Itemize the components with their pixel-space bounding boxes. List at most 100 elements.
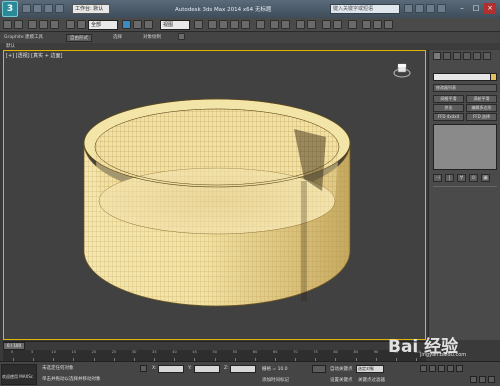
mirror-icon[interactable] (270, 20, 279, 29)
search-icon[interactable] (404, 4, 413, 13)
modifier-button[interactable]: 涡轮平滑 (466, 95, 497, 103)
lock-selection-icon[interactable] (140, 365, 147, 372)
selected-select[interactable]: 选定对象 (356, 365, 384, 373)
create-tab-icon[interactable] (433, 52, 441, 60)
auto-key-button[interactable]: 自动关键点 (330, 366, 353, 372)
pin-stack-icon[interactable]: ⊣ (433, 174, 442, 182)
object-name-field[interactable] (433, 73, 497, 81)
y-coordinate-field[interactable] (194, 365, 220, 373)
schematic-view-icon[interactable] (333, 20, 342, 29)
modifier-button[interactable]: 编辑多边形 (466, 104, 497, 112)
window-title: Autodesk 3ds Max 2014 x64 无标题 (175, 7, 272, 13)
tab-object-paint[interactable]: 对象绘制 (143, 34, 161, 42)
render-setup-icon[interactable] (362, 20, 371, 29)
open-file-icon[interactable] (33, 4, 42, 13)
close-icon[interactable]: × (484, 3, 496, 14)
go-to-start-icon[interactable] (420, 365, 427, 372)
new-file-icon[interactable] (22, 4, 31, 13)
angle-snap-icon[interactable] (219, 20, 228, 29)
infocenter-icon[interactable] (415, 4, 424, 13)
key-icon[interactable] (312, 365, 326, 373)
title-bar: 3 工作台: 默认 Autodesk 3ds Max 2014 x64 无标题 … (0, 0, 500, 18)
unlink-icon[interactable] (39, 20, 48, 29)
add-time-tag[interactable]: 添加时间标记 (262, 377, 289, 383)
pivot-icon[interactable] (194, 20, 203, 29)
tab-selection[interactable]: 选择 (113, 34, 122, 42)
align-icon[interactable] (281, 20, 290, 29)
time-slider-thumb[interactable]: 0 / 100 (3, 342, 25, 350)
redo-tool-icon[interactable] (14, 20, 23, 29)
set-key-button[interactable]: 设置关键点 (330, 377, 353, 383)
curve-editor-icon[interactable] (322, 20, 331, 29)
snap-toggle-icon[interactable] (208, 20, 217, 29)
orbit-icon[interactable] (488, 376, 495, 383)
minimize-icon[interactable]: – (456, 3, 468, 14)
display-tab-icon[interactable] (473, 52, 481, 60)
graphite-toggle-icon[interactable] (307, 20, 316, 29)
undo-icon[interactable] (55, 4, 64, 13)
search-input[interactable]: 键入关键字或短语 (330, 4, 400, 14)
perspective-viewport[interactable]: [+] [透视] [真实 + 边面] (3, 50, 426, 340)
tab-graphite[interactable]: Graphite 建模工具 (4, 34, 43, 42)
x-coordinate-field[interactable] (158, 365, 184, 373)
configure-sets-icon[interactable]: ▣ (481, 174, 490, 182)
modifier-stack[interactable] (433, 124, 497, 170)
modifier-button[interactable]: 挤出 (433, 104, 464, 112)
tab-freeform[interactable]: 自由形式 (66, 34, 92, 42)
track-tick-label: 70 (293, 350, 298, 354)
track-tick-label: 15 (71, 350, 77, 354)
link-icon[interactable] (28, 20, 37, 29)
track-tick-label: 45 (192, 350, 197, 354)
save-file-icon[interactable] (44, 4, 53, 13)
percent-snap-icon[interactable] (230, 20, 239, 29)
time-slider[interactable]: 0 / 100 (3, 341, 426, 350)
render-icon[interactable] (384, 20, 393, 29)
workspace-select[interactable]: 工作台: 默认 (72, 4, 110, 14)
modify-tab-icon[interactable] (443, 52, 451, 60)
modifier-list-select[interactable]: 修改器列表 (433, 84, 497, 92)
spinner-snap-icon[interactable] (241, 20, 250, 29)
selection-filter-select[interactable]: 全部 (88, 20, 118, 30)
help-icon[interactable] (437, 4, 446, 13)
select-object-icon[interactable] (66, 20, 75, 29)
undo-tool-icon[interactable] (3, 20, 12, 29)
rendered-frame-icon[interactable] (373, 20, 382, 29)
play-icon[interactable] (438, 365, 445, 372)
command-panel: 修改器列表 网格平滑 涡轮平滑 挤出 编辑多边形 FFD 4x4x4 FFD 选… (428, 50, 500, 340)
maximize-icon[interactable]: □ (470, 3, 482, 14)
layer-manager-icon[interactable] (296, 20, 305, 29)
cylinder-object[interactable] (4, 51, 426, 340)
go-to-end-icon[interactable] (456, 365, 463, 372)
object-color-swatch[interactable] (490, 73, 497, 81)
hierarchy-tab-icon[interactable] (453, 52, 461, 60)
select-by-name-icon[interactable] (77, 20, 86, 29)
favorites-icon[interactable] (426, 4, 435, 13)
utilities-tab-icon[interactable] (483, 52, 491, 60)
prompt-line: 单击并拖动以选择并移动对象 (42, 377, 101, 382)
z-coordinate-field[interactable] (230, 365, 256, 373)
grid-size: 栅格 = 10.0 (262, 367, 288, 372)
motion-tab-icon[interactable] (463, 52, 471, 60)
bind-spacewarp-icon[interactable] (50, 20, 59, 29)
modifier-button[interactable]: 网格平滑 (433, 95, 464, 103)
show-end-result-icon[interactable]: | (445, 174, 454, 182)
select-scale-icon[interactable] (144, 20, 153, 29)
named-selection-icon[interactable] (256, 20, 265, 29)
next-frame-icon[interactable] (447, 365, 454, 372)
material-editor-icon[interactable] (348, 20, 357, 29)
key-filters-button[interactable]: 关键点过滤器 (358, 377, 385, 383)
pan-icon[interactable] (479, 376, 486, 383)
reference-coordinate-select[interactable]: 视图 (160, 20, 190, 30)
zoom-icon[interactable] (470, 376, 477, 383)
modifier-button[interactable]: FFD 4x4x4 (433, 113, 464, 121)
app-logo-icon[interactable]: 3 (2, 1, 18, 17)
remove-modifier-icon[interactable]: ⊙ (469, 174, 478, 182)
make-unique-icon[interactable]: ∀ (457, 174, 466, 182)
previous-frame-icon[interactable] (429, 365, 436, 372)
select-move-icon[interactable] (122, 20, 131, 29)
ribbon-options-icon[interactable] (178, 33, 185, 40)
modifier-button[interactable]: FFD 选择 (466, 113, 497, 121)
select-rotate-icon[interactable] (133, 20, 142, 29)
polygon-modeling-label: 默认 (6, 44, 15, 49)
track-bar[interactable]: 0 5 10 15 20 25 30 35 40 45 50 55 60 65 70 75 80 85 90 95 10… (3, 350, 426, 361)
